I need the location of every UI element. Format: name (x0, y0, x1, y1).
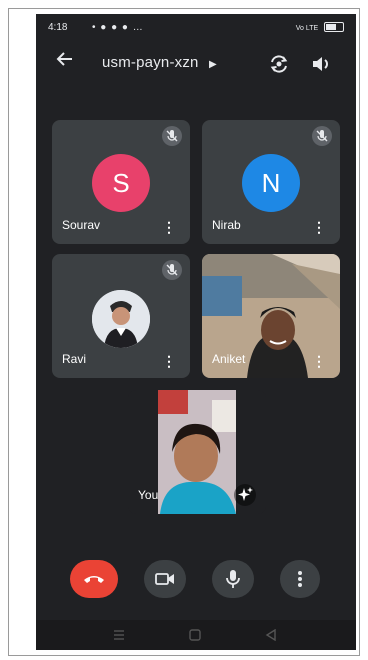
caret-right-icon: ▶ (208, 59, 217, 70)
system-navigation-bar (36, 620, 356, 650)
muted-mic-icon (162, 126, 182, 146)
more-vert-icon[interactable]: ⋮ (312, 354, 326, 368)
speaker-icon[interactable] (310, 53, 332, 80)
microphone-icon (226, 570, 240, 588)
participant-name: Nirab (212, 218, 241, 232)
participant-name: Aniket (212, 352, 246, 366)
status-bar: 4:18 • ● ● ● … Vo LTE (36, 14, 356, 44)
battery-icon (324, 22, 344, 33)
avatar: N (242, 154, 300, 212)
more-options-button[interactable] (280, 560, 320, 598)
self-name: You (138, 488, 159, 502)
flip-camera-icon[interactable] (268, 53, 290, 80)
participant-tile-ravi[interactable]: Ravi ⋮ (52, 254, 190, 378)
home-nav-icon[interactable] (188, 628, 202, 646)
camera-toggle-button[interactable] (144, 560, 186, 598)
self-view-tile[interactable]: You (128, 390, 266, 514)
end-call-button[interactable] (70, 560, 118, 598)
status-time: 4:18 (48, 22, 68, 33)
participant-tile-nirab[interactable]: N Nirab ⋮ (202, 120, 340, 244)
avatar: S (92, 154, 150, 212)
more-vert-icon[interactable]: ⋮ (312, 220, 326, 234)
end-call-icon (84, 576, 104, 583)
avatar-photo (92, 290, 150, 348)
muted-mic-icon (312, 126, 332, 146)
participant-tile-sourav[interactable]: S Sourav ⋮ (52, 120, 190, 244)
more-vert-icon[interactable]: ⋮ (162, 220, 176, 234)
arrow-left-icon[interactable] (56, 50, 74, 74)
network-label: Vo LTE (295, 25, 319, 32)
microphone-toggle-button[interactable] (212, 560, 254, 598)
participant-tile-aniket[interactable]: Aniket ⋮ (202, 254, 340, 378)
meeting-code: usm-payn-xzn (102, 54, 199, 71)
back-nav-icon[interactable] (264, 628, 278, 646)
meeting-title[interactable]: usm-payn-xzn ▶ (102, 54, 217, 71)
more-vert-icon[interactable]: ⋮ (162, 354, 176, 368)
notification-icons: • ● ● ● … (92, 22, 144, 33)
camera-icon (155, 573, 174, 585)
sparkle-effects-icon[interactable] (234, 484, 256, 506)
muted-mic-icon (162, 260, 182, 280)
call-controls (36, 554, 356, 610)
more-options-icon (298, 571, 302, 587)
phone-screen: 4:18 • ● ● ● … Vo LTE usm-payn-xzn ▶ S S… (36, 14, 356, 650)
participant-name: Sourav (62, 218, 101, 232)
menu-nav-icon[interactable] (112, 628, 126, 646)
status-right: Vo LTE (296, 22, 344, 33)
meeting-header: usm-payn-xzn ▶ (36, 46, 356, 82)
participant-name: Ravi (62, 352, 87, 366)
